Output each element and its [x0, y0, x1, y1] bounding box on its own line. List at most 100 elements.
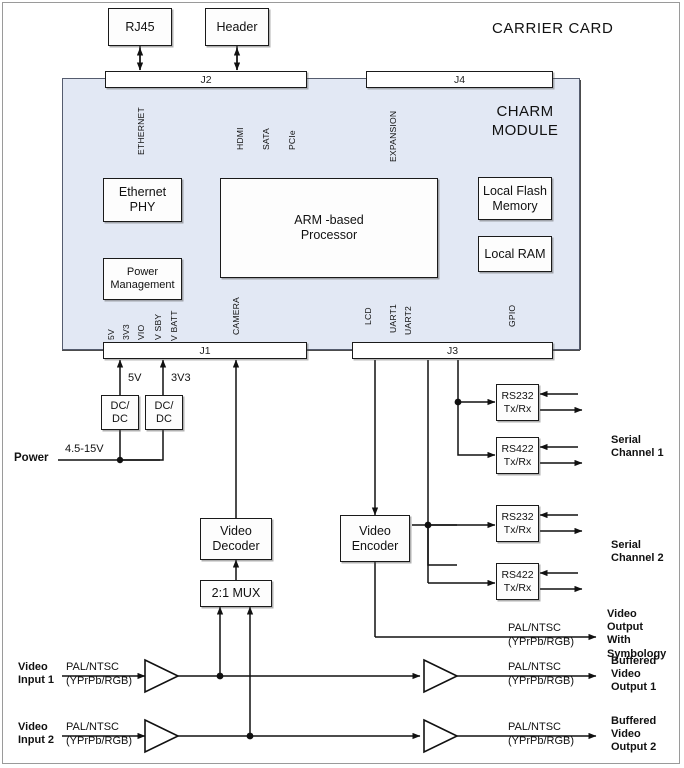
video-output-symbology-format-line2: (YPrPb/RGB) [508, 635, 575, 648]
charm-module-label-line1: CHARM [496, 103, 554, 120]
video-output-symbology-l1: Video [607, 608, 637, 620]
power-rail-vsby: V SBY [153, 313, 163, 340]
video-encoder-block[interactable]: Video Encoder [340, 515, 410, 562]
connector-j3-label: J3 [446, 344, 459, 357]
serial-channel-2-line2: Channel 2 [611, 552, 664, 565]
signal-label-pcie: PCIe [287, 130, 297, 150]
video-output-symbology-format-line1: PAL/NTSC [508, 622, 561, 634]
buffered-output-1-format: PAL/NTSC (YPrPb/RGB) [508, 661, 574, 689]
power-rail-3v3: 3V3 [121, 324, 131, 340]
power-rail-5v: 5V [106, 329, 116, 340]
video-input-2-line1: Video [18, 721, 48, 733]
serial-channel-1-label: Serial Channel 1 [611, 434, 664, 460]
rs232-2-line2: Tx/Rx [503, 523, 532, 536]
local-flash-line2: Memory [492, 198, 538, 213]
signal-label-gpio: GPIO [507, 304, 517, 327]
rs422-transceiver-2[interactable]: RS422 Tx/Rx [496, 563, 539, 600]
ethernet-phy-block[interactable]: Ethernet PHY [103, 178, 182, 222]
video-encoder-line2: Encoder [351, 538, 399, 553]
rs232-transceiver-1[interactable]: RS232 Tx/Rx [496, 384, 539, 421]
buffered-output-1-l3: Output 1 [611, 681, 657, 694]
video-input-2-format-line1: PAL/NTSC [66, 721, 119, 733]
power-rail-vio: VIO [136, 324, 146, 340]
buffered-output-2-l1: Buffered [611, 715, 657, 727]
dcdc-3v3-line1: DC/ [154, 399, 174, 412]
buffered-output-2-format-line2: (YPrPb/RGB) [508, 734, 575, 747]
signal-label-uart2: UART2 [403, 305, 413, 335]
rs232-transceiver-2[interactable]: RS232 Tx/Rx [496, 505, 539, 542]
dcdc-3v3-output-label: 3V3 [171, 372, 191, 384]
connector-j2[interactable]: J2 [105, 71, 307, 88]
block-diagram-canvas: CARRIER CARD CHARM MODULE RJ45 Header J2… [0, 0, 684, 768]
arm-processor-block[interactable]: ARM -based Processor [220, 178, 438, 278]
dcdc-5v-line2: DC [112, 412, 128, 425]
ethernet-phy-line2: PHY [129, 200, 156, 214]
video-input-1-format: PAL/NTSC (YPrPb/RGB) [66, 661, 132, 689]
buffer-amp-out2 [423, 718, 459, 754]
signal-label-camera: CAMERA [231, 297, 241, 335]
power-management-block[interactable]: Power Management [103, 258, 182, 300]
video-mux-block[interactable]: 2:1 MUX [200, 580, 272, 607]
video-output-symbology-format: PAL/NTSC (YPrPb/RGB) [508, 622, 574, 650]
header-label: Header [216, 19, 258, 34]
video-input-1-label: Video Input 1 [18, 661, 54, 687]
power-input-label: Power [14, 452, 49, 464]
buffered-output-2-format: PAL/NTSC (YPrPb/RGB) [508, 721, 574, 749]
buffered-output-1-l2: Video [611, 668, 641, 681]
charm-module-label-line2: MODULE [491, 121, 559, 139]
signal-label-sata: SATA [261, 128, 271, 150]
buffered-output-1-l1: Buffered [611, 655, 657, 667]
buffered-output-2-l3: Output 2 [611, 741, 657, 754]
dcdc-converter-5v[interactable]: DC/ DC [101, 395, 139, 430]
rs232-2-line1: RS232 [501, 511, 534, 524]
connector-j3[interactable]: J3 [352, 342, 553, 359]
video-decoder-block[interactable]: Video Decoder [200, 518, 272, 560]
header-block[interactable]: Header [205, 8, 269, 46]
power-management-line2: Management [110, 279, 175, 291]
dcdc-5v-line1: DC/ [110, 399, 130, 412]
rs422-2-line2: Tx/Rx [503, 581, 532, 594]
video-decoder-line1: Video [220, 524, 252, 539]
video-output-symbology-l2: Output [607, 621, 644, 634]
video-output-symbology-label: Video Output With Symbology [607, 608, 666, 661]
dcdc-3v3-line2: DC [156, 412, 172, 425]
buffered-video-output-1-label: Buffered Video Output 1 [611, 655, 656, 695]
connector-j2-label: J2 [200, 73, 212, 86]
video-input-1-format-line2: (YPrPb/RGB) [66, 674, 133, 687]
signal-label-lcd: LCD [363, 307, 373, 325]
local-flash-memory-block[interactable]: Local Flash Memory [478, 177, 552, 220]
local-ram-block[interactable]: Local RAM [478, 236, 552, 272]
connector-j1[interactable]: J1 [103, 342, 307, 359]
signal-label-expansion: EXPANSION [388, 110, 398, 162]
video-input-2-format-line2: (YPrPb/RGB) [66, 734, 133, 747]
video-input-1-line1: Video [18, 661, 48, 673]
buffered-video-output-2-label: Buffered Video Output 2 [611, 715, 656, 755]
serial-channel-2-label: Serial Channel 2 [611, 539, 664, 565]
serial-channel-1-line2: Channel 1 [611, 447, 664, 460]
video-input-2-line2: Input 2 [18, 734, 55, 747]
video-decoder-line2: Decoder [212, 539, 260, 553]
video-input-1-format-line1: PAL/NTSC [66, 661, 119, 673]
dcdc-5v-output-label: 5V [128, 372, 142, 384]
connector-j4[interactable]: J4 [366, 71, 553, 88]
buffered-output-1-format-line1: PAL/NTSC [508, 661, 561, 673]
video-mux-label: 2:1 MUX [211, 586, 261, 601]
signal-label-ethernet: ETHERNET [136, 107, 146, 155]
video-input-2-format: PAL/NTSC (YPrPb/RGB) [66, 721, 132, 749]
power-rail-vbatt: V BATT [169, 310, 179, 341]
signal-label-uart1: UART1 [388, 303, 398, 333]
rs422-transceiver-1[interactable]: RS422 Tx/Rx [496, 437, 539, 474]
rs422-1-line2: Tx/Rx [503, 455, 532, 468]
rs232-1-line2: Tx/Rx [503, 402, 532, 415]
local-ram-label: Local RAM [484, 246, 546, 261]
buffer-amp-in1 [144, 658, 180, 694]
video-input-2-label: Video Input 2 [18, 721, 54, 747]
rj45-label: RJ45 [125, 19, 155, 34]
buffer-amp-out1 [423, 658, 459, 694]
dcdc-converter-3v3[interactable]: DC/ DC [145, 395, 183, 430]
connector-j1-label: J1 [199, 344, 211, 357]
rj45-block[interactable]: RJ45 [108, 8, 172, 46]
arm-processor-line1: ARM -based [294, 213, 364, 228]
ethernet-phy-line1: Ethernet [118, 185, 167, 200]
power-management-line1: Power [126, 266, 159, 279]
